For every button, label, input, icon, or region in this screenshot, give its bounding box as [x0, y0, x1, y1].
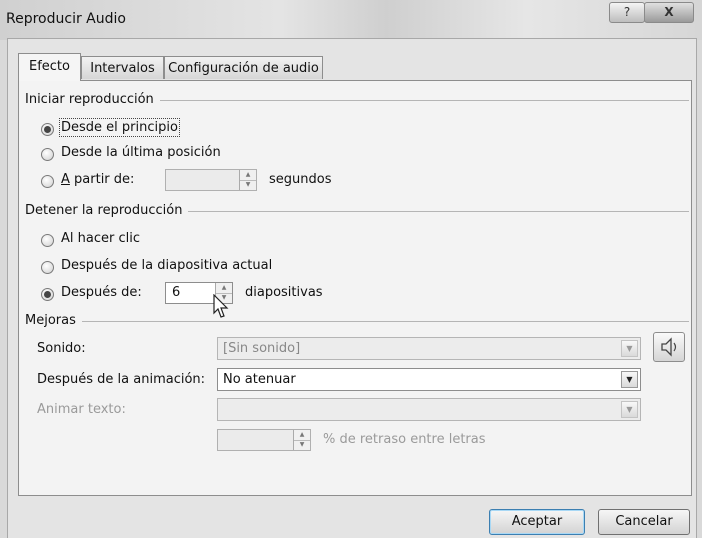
radio-from-last-position[interactable] [41, 148, 54, 161]
start-playback-group: Iniciar reproducción [25, 92, 689, 108]
enhancements-group: Mejoras [25, 313, 689, 329]
letter-delay-spinner[interactable]: ▲ ▼ [217, 429, 311, 451]
animate-text-label: Animar texto: [37, 402, 126, 417]
chevron-down-icon[interactable]: ▼ [621, 340, 638, 357]
ok-button[interactable]: Aceptar [489, 509, 585, 535]
animate-text-select[interactable]: ▼ [217, 398, 641, 421]
sound-label: Sonido: [37, 341, 86, 356]
label-from-time-rest: partir de: [69, 172, 135, 187]
radio-after-current-slide[interactable] [41, 261, 54, 274]
label-from-last-position[interactable]: Desde la última posición [61, 145, 221, 160]
enhancements-group-title: Mejoras [25, 313, 82, 328]
cancel-button[interactable]: Cancelar [598, 509, 690, 535]
spin-down-icon[interactable]: ▼ [294, 440, 310, 450]
stop-group-title: Detener la reproducción [25, 203, 189, 218]
tab-configuracion-audio[interactable]: Configuración de audio [164, 56, 323, 79]
radio-on-click[interactable] [41, 234, 54, 247]
label-from-time[interactable]: A partir de: [61, 172, 134, 187]
seconds-unit-label: segundos [269, 172, 332, 187]
window-title: Reproducir Audio [6, 11, 126, 27]
after-slides-value[interactable]: 6 [172, 285, 180, 300]
help-button[interactable]: ? [609, 2, 645, 23]
speaker-icon [661, 337, 677, 357]
tab-efecto[interactable]: Efecto [18, 53, 81, 81]
label-from-beginning[interactable]: Desde el principio [59, 118, 180, 137]
from-seconds-arrows[interactable]: ▲ ▼ [239, 170, 256, 190]
slides-unit-label: diapositivas [245, 285, 323, 300]
radio-from-beginning[interactable] [41, 123, 54, 136]
after-animation-label: Después de la animación: [37, 372, 206, 387]
after-animation-select[interactable]: No atenuar ▼ [217, 368, 641, 391]
speaker-volume-button[interactable] [653, 332, 685, 362]
spin-down-icon[interactable]: ▼ [240, 180, 256, 190]
letter-delay-arrows[interactable]: ▲ ▼ [293, 430, 310, 450]
after-animation-select-value: No atenuar [223, 372, 296, 387]
title-bar[interactable]: Reproducir Audio ? X [0, 0, 702, 40]
tab-intervalos[interactable]: Intervalos [81, 56, 164, 79]
group-divider [25, 321, 689, 322]
start-group-title: Iniciar reproducción [25, 92, 160, 107]
stop-playback-group: Detener la reproducción [25, 203, 689, 219]
chevron-down-icon[interactable]: ▼ [621, 401, 638, 418]
dialog-body: Efecto Intervalos Configuración de audio… [7, 38, 697, 538]
label-from-time-key: A [61, 172, 70, 187]
chevron-down-icon[interactable]: ▼ [621, 371, 638, 388]
sound-select-value: [Sin sonido] [223, 341, 301, 356]
audio-dialog: Reproducir Audio ? X Efecto Intervalos C… [0, 0, 702, 538]
from-seconds-spinner[interactable]: ▲ ▼ [165, 169, 257, 191]
radio-from-time[interactable] [41, 175, 54, 188]
label-after-current-slide[interactable]: Después de la diapositiva actual [61, 258, 272, 273]
label-on-click[interactable]: Al hacer clic [61, 231, 140, 246]
close-button[interactable]: X [644, 2, 694, 23]
sound-select[interactable]: [Sin sonido] ▼ [217, 337, 641, 360]
radio-after-slides[interactable] [41, 288, 54, 301]
effect-panel: Iniciar reproducción Desde el principio … [18, 80, 692, 496]
label-after-slides[interactable]: Después de: [61, 285, 142, 300]
letter-delay-label: % de retraso entre letras [323, 432, 486, 447]
